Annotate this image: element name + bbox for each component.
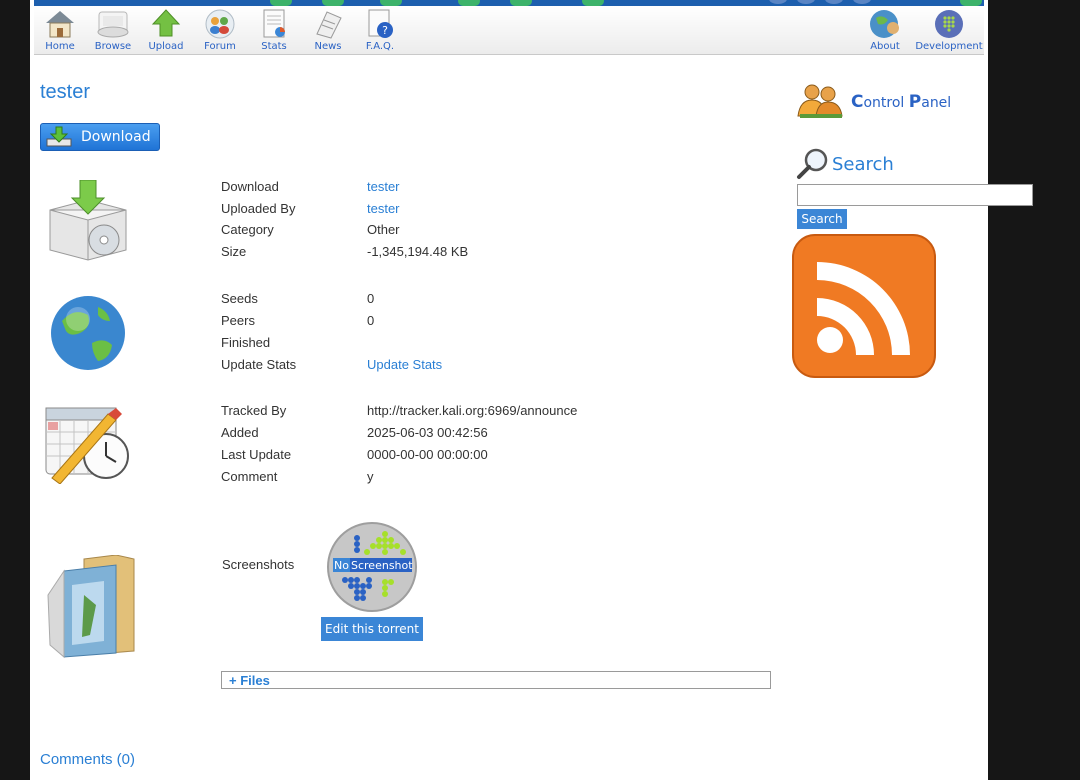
nav-faq[interactable]: ? F.A.Q.: [354, 8, 406, 52]
screenshots-label: Screenshots: [222, 557, 295, 572]
stats-label-update-stats: Update Stats: [221, 357, 297, 372]
calendar-clock-icon: [45, 407, 129, 484]
nav-label-home: Home: [45, 41, 75, 52]
stats-value-peers: 0: [367, 313, 375, 328]
detail-label-category: Category: [221, 222, 274, 237]
nav-news[interactable]: News: [302, 8, 354, 52]
tracking-label-comment: Comment: [221, 469, 278, 484]
tracking-value-tracked-by: http://tracker.kali.org:6969/announce: [367, 403, 578, 418]
edit-torrent-button[interactable]: Edit this torrent: [321, 617, 423, 641]
control-panel-link[interactable]: Control Panel: [851, 92, 951, 112]
tracking-value-comment: y: [367, 469, 374, 484]
stats-label-seeds: Seeds: [221, 291, 258, 306]
nav-label-faq: F.A.Q.: [365, 41, 395, 52]
forum-icon: [205, 9, 235, 39]
nav-label-news: News: [314, 41, 342, 52]
nav-browse[interactable]: Browse: [87, 8, 139, 52]
detail-label-download: Download: [221, 179, 279, 194]
tracking-value-added: 2025-06-03 00:42:56: [367, 425, 488, 440]
tracking-label-last-update: Last Update: [221, 447, 292, 462]
search-heading-label: Search: [832, 154, 894, 175]
upload-icon: [151, 9, 181, 37]
browse-icon: [97, 11, 129, 38]
nav-forum[interactable]: Forum: [194, 8, 246, 52]
stats-label-finished: Finished: [221, 335, 271, 350]
stats-value-seeds: 0: [367, 291, 375, 306]
detail-value-download[interactable]: tester: [367, 179, 400, 194]
detail-value-category: Other: [367, 222, 400, 237]
rss-feed-icon[interactable]: [792, 234, 938, 380]
about-icon: [870, 10, 899, 38]
cp-initial-c: C: [851, 92, 864, 112]
download-button-label: Download: [81, 129, 151, 145]
nav-home[interactable]: Home: [34, 8, 86, 52]
search-heading-graphic: Search: [797, 148, 894, 179]
nav-stats[interactable]: Stats: [248, 8, 300, 52]
detail-label-size: Size: [221, 244, 247, 259]
download-arrow-icon: [46, 126, 72, 147]
no-screenshot-word: Screenshot: [351, 559, 413, 572]
search-heading: Search: [796, 148, 906, 183]
files-panel: + Files: [221, 671, 771, 689]
nav-label-forum: Forum: [204, 41, 236, 52]
tracking-label-tracked-by: Tracked By: [221, 403, 287, 418]
control-panel-icon: [797, 84, 843, 118]
development-icon: [935, 10, 963, 38]
files-toggle[interactable]: + Files: [229, 673, 270, 688]
nav-upload[interactable]: Upload: [140, 8, 192, 52]
nav-about[interactable]: About: [859, 8, 911, 52]
comments-heading[interactable]: Comments (0): [40, 751, 135, 768]
cp-initial-p: P: [908, 92, 922, 112]
news-icon: [316, 11, 342, 39]
cp-rest-1: ontrol: [863, 95, 909, 111]
home-icon: [46, 11, 74, 38]
stats-label-peers: Peers: [221, 313, 255, 328]
nav-development[interactable]: Development: [914, 8, 984, 52]
package-disc-icon: [49, 180, 127, 261]
no-screenshot-image: No Screenshot: [327, 522, 417, 612]
main-navigation: Home Browse Upload Forum Stats News ? F.…: [34, 6, 984, 55]
svg-text:?: ?: [382, 24, 388, 37]
stats-icon: [263, 9, 285, 38]
page-title: tester: [40, 81, 91, 103]
faq-icon: ?: [368, 9, 393, 38]
update-stats-link[interactable]: Update Stats: [367, 357, 442, 372]
tracking-label-added: Added: [221, 425, 259, 440]
nav-label-upload: Upload: [148, 41, 184, 52]
search-input[interactable]: [797, 184, 1033, 206]
nav-label-about: About: [870, 41, 900, 52]
download-button[interactable]: Download: [40, 123, 160, 151]
nav-label-stats: Stats: [261, 41, 287, 52]
folder-images-icon: [47, 555, 135, 659]
tracking-value-last-update: 0000-00-00 00:00:00: [367, 447, 488, 462]
detail-value-size: -1,345,194.48 KB: [367, 244, 469, 259]
search-button[interactable]: Search: [797, 209, 847, 229]
detail-label-uploaded-by: Uploaded By: [221, 201, 296, 216]
nav-label-browse: Browse: [94, 41, 132, 52]
cp-rest-2: anel: [921, 95, 952, 111]
page-container: Home Browse Upload Forum Stats News ? F.…: [30, 0, 1033, 780]
nav-label-development: Development: [915, 41, 983, 52]
detail-value-uploaded-by[interactable]: tester: [367, 201, 400, 216]
globe-icon: [51, 296, 125, 370]
no-screenshot-prefix: No: [334, 559, 349, 572]
